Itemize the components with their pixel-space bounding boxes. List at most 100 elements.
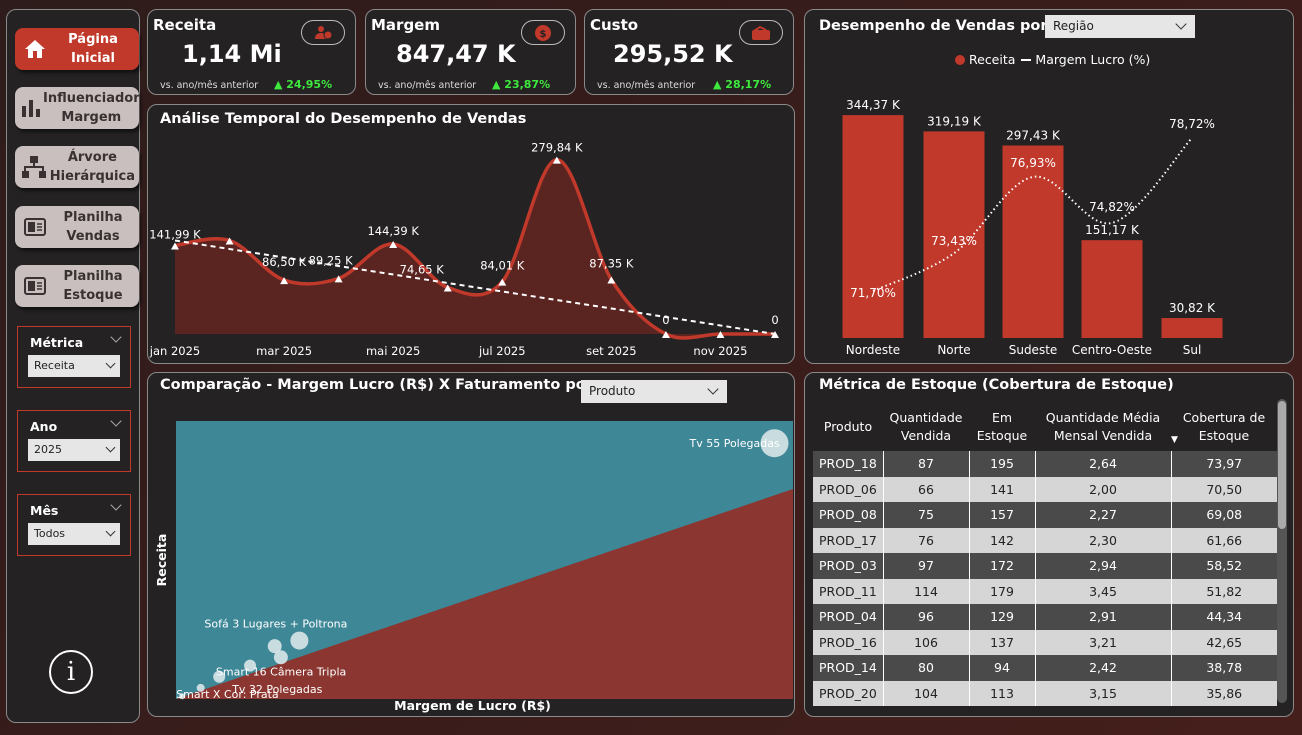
filter-title: Mês — [30, 503, 59, 518]
point-label: Sofá 3 Lugares + Poltrona — [204, 618, 347, 631]
x-tick-label: Centro-Oeste — [1072, 343, 1152, 357]
table-cell: 172 — [969, 553, 1036, 579]
table-cell: PROD_17 — [813, 527, 884, 553]
x-tick-label: Sul — [1183, 343, 1202, 357]
table-cell: 2,42 — [1035, 655, 1172, 681]
table-cell: 2,94 — [1035, 553, 1172, 579]
sidebar: i Página Inicial Influenciador Margem Árvo… — [6, 9, 140, 723]
scatter-chart[interactable]: Tv 55 Polegadas Sofá 3 Lugares + Poltrona… — [148, 373, 794, 716]
filter-select[interactable]: 2025 — [28, 439, 120, 461]
table-cell: PROD_14 — [813, 655, 884, 681]
table-cell: 2,91 — [1035, 604, 1172, 630]
kpi-title: Custo — [590, 16, 639, 34]
table-row[interactable]: PROD_06 66 141 2,00 70,50 — [813, 476, 1277, 502]
bar — [1161, 318, 1223, 338]
point-label: Tv 55 Polegadas — [688, 437, 779, 450]
x-tick-label: Sudeste — [1009, 343, 1058, 357]
bar-label: 344,37 K — [846, 98, 901, 112]
table-cell: 137 — [969, 629, 1036, 655]
table-cell: 75 — [883, 502, 970, 528]
chevron-down-icon[interactable] — [110, 415, 122, 427]
line-chart[interactable]: 141,99 K 86,50 K 89,25 K 144,39 K 74,65 K 84,… — [148, 105, 794, 363]
nav-button-0[interactable]: Página Inicial — [15, 28, 139, 70]
scatter-point — [273, 650, 288, 665]
bar-label: 30,82 K — [1169, 301, 1216, 315]
kpi-card-custo: Custo 295,52 K vs. ano/mês anterior ▲ 28… — [584, 9, 794, 95]
hierarchy-icon — [19, 151, 50, 183]
col-header[interactable]: Quantidade Vendida — [883, 403, 969, 451]
col-header[interactable]: Produto — [813, 403, 883, 451]
bar — [1081, 240, 1143, 338]
table-cell: 44,34 — [1171, 604, 1277, 630]
y-axis-label: Receita — [154, 534, 169, 587]
table-cell: 66 — [883, 476, 970, 502]
stock-table-title: Métrica de Estoque (Cobertura de Estoque… — [819, 377, 1174, 393]
table-cell: 76 — [883, 527, 970, 553]
col-header[interactable]: Em Estoque — [969, 403, 1035, 451]
filter-select[interactable]: Receita — [28, 355, 120, 377]
table-cell: PROD_08 — [813, 502, 884, 528]
kpi-value: 1,14 Mi — [182, 40, 282, 68]
table-cell: 61,66 — [1171, 527, 1277, 553]
x-axis-label: Margem de Lucro (R$) — [394, 698, 551, 713]
table-scrollbar[interactable] — [1277, 399, 1287, 703]
table-cell: PROD_04 — [813, 604, 884, 630]
table-row[interactable]: PROD_11 114 179 3,45 51,82 — [813, 578, 1277, 604]
info-icon[interactable]: i — [49, 650, 93, 694]
table-cell: 2,30 — [1035, 527, 1172, 553]
nav-label: Planilha Estoque — [63, 269, 123, 303]
table-cell: 141 — [969, 476, 1036, 502]
bar-label: 319,19 K — [927, 114, 982, 128]
kpi-card-receita: Receita 1,14 Mi vs. ano/mês anterior ▲ 2… — [147, 9, 356, 95]
nav-button-4[interactable]: Planilha Estoque — [15, 265, 139, 307]
x-tick-label: Nordeste — [846, 343, 900, 357]
table-row[interactable]: PROD_20 104 113 3,15 35,86 — [813, 680, 1277, 706]
kpi-vs-label: vs. ano/mês anterior — [160, 80, 259, 91]
bar-label: 297,43 K — [1006, 128, 1061, 142]
table-row[interactable]: PROD_18 87 195 2,64 73,97 — [813, 451, 1277, 477]
table-cell: 80 — [883, 655, 970, 681]
data-label: 74,65 K — [400, 262, 445, 276]
kpi-title: Margem — [371, 16, 440, 34]
table-cell: PROD_20 — [813, 680, 884, 706]
col-header[interactable]: Quantidade Média Mensal Vendida — [1035, 403, 1171, 451]
chevron-down-icon[interactable] — [110, 331, 122, 343]
table-cell: 2,64 — [1035, 451, 1172, 477]
scatter-panel: Comparação - Margem Lucro (R$) X Faturam… — [147, 372, 795, 717]
spreadsheet-icon — [19, 270, 51, 302]
table-row[interactable]: PROD_03 97 172 2,94 58,52 — [813, 553, 1277, 579]
filter-title: Métrica — [30, 335, 84, 350]
scrollbar-thumb[interactable] — [1278, 401, 1286, 529]
x-tick-label: jul 2025 — [478, 344, 526, 358]
margin-label: 74,82% — [1089, 200, 1135, 214]
bar-chart[interactable]: 344,37 K Nordeste 319,19 K Norte 297,43 K Sud… — [805, 10, 1293, 363]
filter-select[interactable]: Todos — [28, 523, 120, 545]
margin-label: 71,70% — [850, 286, 896, 300]
table-cell: PROD_11 — [813, 578, 884, 604]
kpi-delta: ▲ 28,17% — [713, 78, 772, 91]
bar — [842, 115, 904, 338]
table-cell: 3,21 — [1035, 629, 1172, 655]
table-cell: 114 — [883, 578, 970, 604]
nav-label: Influenciador Margem — [43, 91, 140, 125]
table-row[interactable]: PROD_17 76 142 2,30 61,66 — [813, 527, 1277, 553]
chevron-down-icon[interactable] — [110, 499, 122, 511]
table-cell: 2,27 — [1035, 502, 1172, 528]
data-label: 89,25 K — [309, 253, 354, 267]
x-tick-label: mai 2025 — [366, 344, 420, 358]
data-label: 141,99 K — [149, 227, 201, 241]
nav-button-2[interactable]: Árvore Hierárquica — [15, 146, 139, 188]
chevron-down-icon — [105, 358, 116, 369]
bar-label: 151,17 K — [1085, 223, 1140, 237]
data-label: 0 — [771, 313, 778, 327]
table-row[interactable]: PROD_16 106 137 3,21 42,65 — [813, 629, 1277, 655]
table-row[interactable]: PROD_08 75 157 2,27 69,08 — [813, 502, 1277, 528]
col-header-sorted[interactable]: Cobertura de Estoque ▼ — [1171, 403, 1277, 451]
filter-value: 2025 — [34, 443, 62, 456]
table-row[interactable]: PROD_14 80 94 2,42 38,78 — [813, 655, 1277, 681]
margin-label: 76,93% — [1010, 156, 1056, 170]
table-header-row: Produto Quantidade Vendida Em Estoque Qu… — [813, 403, 1277, 451]
nav-button-1[interactable]: Influenciador Margem — [15, 87, 140, 129]
table-row[interactable]: PROD_04 96 129 2,91 44,34 — [813, 604, 1277, 630]
nav-button-3[interactable]: Planilha Vendas — [15, 206, 139, 248]
